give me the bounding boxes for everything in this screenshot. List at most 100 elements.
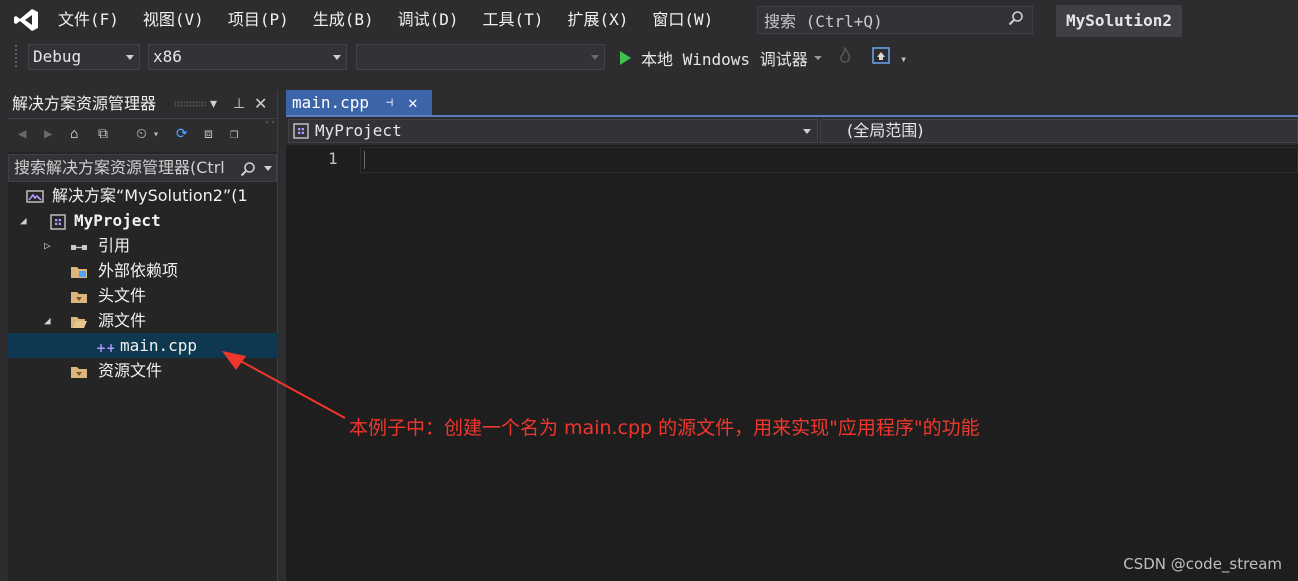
tree-item-source-files[interactable]: ◢ 源文件 (8, 308, 278, 333)
editor-tab-strip: main.cpp ⊣ ✕ (286, 90, 1298, 117)
svg-text:++: ++ (96, 341, 114, 355)
tree-item-label: 解决方案“MySolution2”(1 (52, 186, 248, 205)
browser-link-icon[interactable] (872, 47, 890, 69)
line-number: 1 (328, 149, 338, 168)
close-icon[interactable]: ✕ (408, 90, 418, 115)
folder-icon (70, 287, 87, 303)
expand-arrow-icon[interactable]: ▷ (44, 233, 51, 258)
tab-label: main.cpp (292, 93, 370, 112)
back-icon[interactable]: ◀ (18, 126, 26, 142)
scope-navigation-value: (全局范围) (847, 121, 924, 140)
tree-item-label: 源文件 (98, 311, 147, 330)
menu-debug[interactable]: 调试(D) (386, 0, 471, 40)
tree-item-external-deps[interactable]: 外部依赖项 (8, 258, 278, 283)
solution-explorer-toolbar: ◀ ▶ ⌂ ⧉ ⏲ ▾ ⟳ ⧈ ❐ ˙˙ (8, 118, 277, 152)
search-icon (240, 159, 256, 181)
project-navigation-select[interactable]: MyProject (288, 119, 818, 143)
project-icon (293, 123, 309, 145)
menu-window[interactable]: 窗口(W) (640, 0, 725, 40)
tree-item-header-files[interactable]: 头文件 (8, 283, 278, 308)
scope-navigation-select[interactable]: (全局范围) (820, 119, 1298, 143)
collapse-all-icon[interactable]: ⧈ (204, 126, 213, 142)
solution-icon (26, 187, 44, 203)
tab-main-cpp[interactable]: main.cpp ⊣ ✕ (286, 90, 432, 115)
tree-item-label: MyProject (74, 211, 161, 230)
run-label: 本地 Windows 调试器 (641, 50, 808, 69)
chevron-down-icon[interactable] (264, 166, 272, 171)
solution-explorer-panel: 解决方案资源管理器 ▾ ⊥ ✕ ◀ ▶ ⌂ ⧉ ⏲ ▾ ⟳ ⧈ ❐ ˙˙ 搜索解… (8, 90, 278, 581)
panel-menu-chevron-icon[interactable]: ▾ (210, 90, 217, 118)
collapse-arrow-icon[interactable]: ◢ (44, 308, 51, 333)
tree-item-main-cpp[interactable]: ++ main.cpp (8, 333, 278, 358)
chevron-down-icon (803, 129, 811, 134)
close-icon[interactable]: ✕ (254, 90, 267, 118)
annotation-text: 本例子中：创建一个名为 main.cpp 的源文件，用来实现"应用程序"的功能 (349, 417, 980, 439)
toolbar-overflow-icon[interactable]: ▾ (900, 52, 907, 66)
line-number-gutter: 1 (286, 145, 358, 581)
solution-explorer-search-input[interactable]: 搜索解决方案资源管理器(Ctrl (8, 154, 277, 182)
tree-item-label: 引用 (98, 236, 131, 255)
search-icon (1008, 10, 1024, 30)
menu-project[interactable]: 项目(P) (216, 0, 301, 40)
configuration-value: Debug (33, 47, 82, 66)
solution-explorer-header: 解决方案资源管理器 ▾ ⊥ ✕ (8, 90, 277, 118)
folder-icon (70, 362, 87, 378)
references-icon (70, 237, 87, 253)
editor-navigation-bar: MyProject (全局范围) (286, 117, 1298, 145)
quick-search-input[interactable]: 搜索 (Ctrl+Q) (757, 6, 1033, 34)
tree-item-label: 头文件 (98, 286, 147, 305)
pending-changes-filter-icon[interactable]: ⏲ (136, 126, 147, 142)
menu-view[interactable]: 视图(V) (131, 0, 216, 40)
pin-icon[interactable]: ⊣ (386, 90, 393, 115)
text-caret (364, 151, 365, 169)
chevron-down-icon (333, 55, 341, 60)
forward-icon[interactable]: ▶ (44, 126, 52, 142)
menu-file[interactable]: 文件(F) (46, 0, 131, 40)
chevron-down-icon[interactable]: ▾ (153, 129, 159, 140)
project-navigation-value: MyProject (315, 121, 402, 140)
play-icon (620, 51, 631, 65)
chevron-down-icon (591, 55, 599, 60)
tree-item-label: main.cpp (120, 336, 198, 355)
solution-tree: 解决方案“MySolution2”(1 ◢ MyProject ▷ 引用 外部依… (8, 183, 278, 383)
show-all-files-icon[interactable]: ❐ (230, 126, 238, 142)
tree-item-label: 外部依赖项 (98, 261, 179, 280)
tree-item-label: 资源文件 (98, 361, 163, 380)
visual-studio-logo-icon[interactable] (6, 0, 46, 40)
platform-value: x86 (153, 47, 182, 66)
standard-toolbar: Debug x86 本地 Windows 调试器 ▾ (0, 40, 1298, 74)
start-debugging-button[interactable]: 本地 Windows 调试器 (614, 45, 822, 71)
solution-name-badge: MySolution2 (1056, 5, 1182, 37)
tree-item-solution[interactable]: 解决方案“MySolution2”(1 (8, 183, 278, 208)
solution-explorer-search-placeholder: 搜索解决方案资源管理器(Ctrl (14, 158, 225, 177)
pin-icon[interactable]: ⊥ (233, 90, 245, 118)
code-editor[interactable]: 1 (286, 145, 1298, 581)
platform-select[interactable]: x86 (148, 44, 347, 70)
menu-build[interactable]: 生成(B) (301, 0, 386, 40)
solution-explorer-title: 解决方案资源管理器 (12, 94, 157, 113)
menu-tools[interactable]: 工具(T) (471, 0, 556, 40)
cpp-file-icon: ++ (96, 337, 116, 355)
tree-item-project[interactable]: ◢ MyProject (8, 208, 278, 233)
collapse-arrow-icon[interactable]: ◢ (20, 208, 27, 233)
panel-grip[interactable] (174, 101, 206, 107)
watermark: CSDN @code_stream (1123, 555, 1282, 573)
hot-reload-icon[interactable] (838, 45, 852, 69)
toolbar-overflow-icon[interactable]: ˙˙ (264, 121, 276, 132)
toolbar-grip[interactable] (14, 44, 18, 68)
chevron-down-icon[interactable] (813, 56, 822, 60)
configuration-select[interactable]: Debug (28, 44, 140, 70)
chevron-down-icon (126, 55, 134, 60)
external-deps-icon (70, 262, 87, 278)
switch-views-icon[interactable]: ⧉ (98, 126, 108, 142)
menu-extensions[interactable]: 扩展(X) (555, 0, 640, 40)
sync-icon[interactable]: ⟳ (176, 126, 188, 142)
startup-item-select[interactable] (356, 44, 605, 70)
quick-search-placeholder: 搜索 (Ctrl+Q) (764, 12, 883, 31)
folder-open-icon (70, 312, 87, 328)
home-icon[interactable]: ⌂ (70, 126, 78, 142)
project-icon (50, 212, 66, 230)
tree-item-references[interactable]: ▷ 引用 (8, 233, 278, 258)
tree-item-resource-files[interactable]: 资源文件 (8, 358, 278, 383)
current-line-highlight (360, 147, 1298, 173)
